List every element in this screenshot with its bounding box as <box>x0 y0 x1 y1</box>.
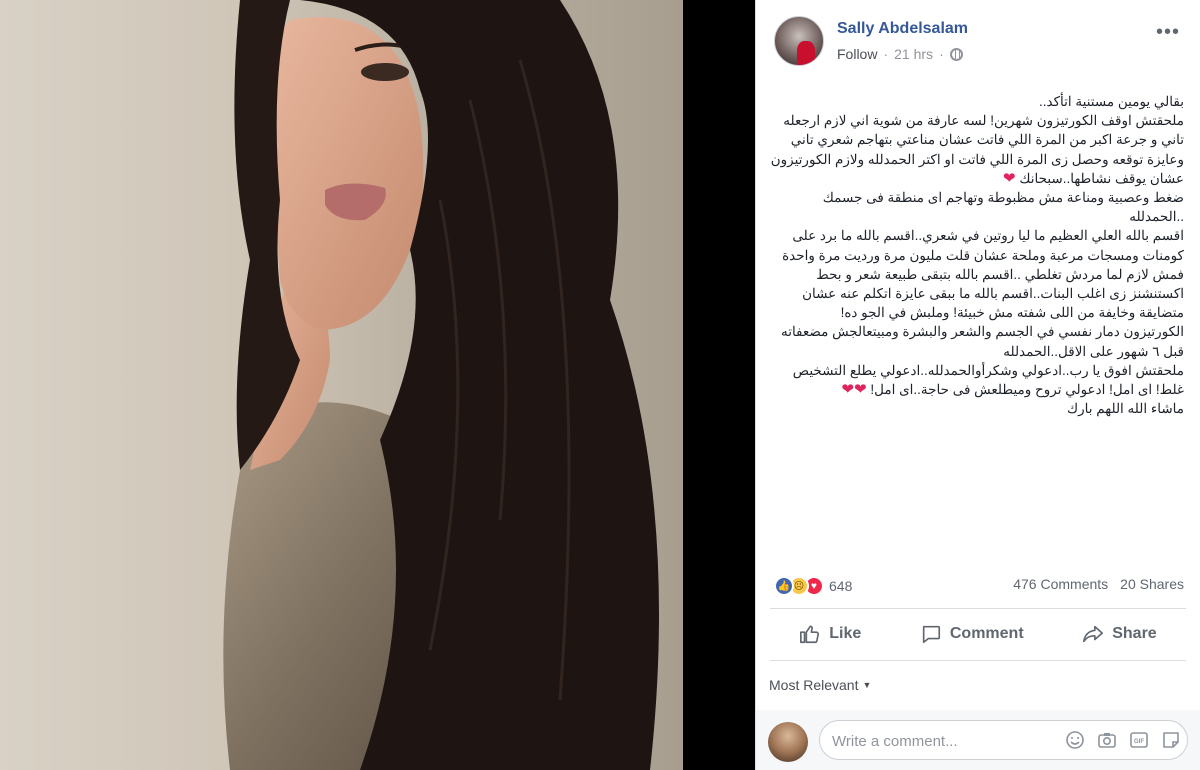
post-paragraph: ملحقتش اوقف الكورتيزون شهرين! لسه عارفة … <box>770 113 1184 187</box>
comment-box: GIF <box>819 720 1188 760</box>
like-button[interactable]: Like <box>799 623 861 645</box>
post-photo[interactable] <box>0 0 683 770</box>
post-paragraph: الكورتيزون دمار نفسي في الجسم والشعر وال… <box>780 324 1184 359</box>
sort-label: Most Relevant <box>769 677 859 693</box>
share-button[interactable]: Share <box>1082 623 1157 645</box>
share-label: Share <box>1112 625 1157 642</box>
divider <box>770 608 1186 609</box>
reactions-summary[interactable]: 👍 ☹ ♥ 648 <box>774 576 852 596</box>
sticker-icon[interactable] <box>1161 730 1181 750</box>
emoji-icon[interactable] <box>1065 730 1085 750</box>
author-name[interactable]: Sally Abdelsalam <box>837 20 968 38</box>
comment-button[interactable]: Comment <box>920 623 1024 645</box>
globe-icon[interactable] <box>949 47 963 61</box>
engagement-counts: 476 Comments 20 Shares <box>1013 576 1184 592</box>
reaction-count: 648 <box>829 578 853 594</box>
svg-text:GIF: GIF <box>1134 739 1144 745</box>
shares-count-link[interactable]: 20 Shares <box>1120 576 1184 592</box>
comments-count-link[interactable]: 476 Comments <box>1013 576 1108 592</box>
comment-tools: GIF <box>1065 730 1181 750</box>
separator-dot: · <box>883 46 889 62</box>
post-time[interactable]: 21 hrs <box>894 46 933 62</box>
post-paragraph: ملحقتش افوق يا رب..ادعولي وشكرأوالحمدلله… <box>792 362 1184 399</box>
post-paragraph: اقسم بالله العلي العظيم ما ليا روتين في … <box>782 228 1184 321</box>
comment-input[interactable] <box>830 727 1064 755</box>
post-paragraph: ضغط وعصبية ومناعة مش مظبوطة وتهاجم اى من… <box>822 190 1184 225</box>
post-panel: Sally Abdelsalam Follow · 21 hrs · ••• ب… <box>755 0 1200 770</box>
separator-dot: · <box>939 46 944 62</box>
more-options-button[interactable]: ••• <box>1156 22 1180 42</box>
like-reaction-icon: 👍 <box>774 576 794 596</box>
like-label: Like <box>829 625 862 642</box>
photo-viewer <box>0 0 755 770</box>
post-stats: 👍 ☹ ♥ 648 476 Comments 20 Shares <box>774 574 1184 598</box>
post-text: بقالي يومين مستنية اتأكد.. ملحقتش اوقف ا… <box>770 92 1184 418</box>
post-paragraph: بقالي يومين مستنية اتأكد.. <box>1039 94 1184 109</box>
caret-down-icon: ▼ <box>862 680 872 690</box>
post-actions: Like Comment Share <box>770 612 1186 656</box>
post-meta: Follow · 21 hrs · <box>837 46 963 62</box>
post-paragraph: ماشاء الله اللهم بارك <box>1067 401 1184 417</box>
share-icon <box>1083 625 1104 643</box>
follow-link[interactable]: Follow <box>837 46 877 62</box>
portrait-illustration <box>223 0 659 770</box>
author-avatar[interactable] <box>774 16 824 66</box>
divider <box>770 660 1186 661</box>
comment-icon <box>922 625 940 644</box>
camera-icon[interactable] <box>1097 730 1117 750</box>
post-header: Sally Abdelsalam Follow · 21 hrs · ••• <box>774 16 1190 66</box>
comment-label: Comment <box>949 625 1024 642</box>
current-user-avatar[interactable] <box>768 722 808 762</box>
heart-emoji-icon: ❤ <box>1003 169 1016 187</box>
thumbs-up-icon <box>800 625 820 644</box>
comment-composer: GIF <box>756 710 1200 770</box>
gif-icon[interactable]: GIF <box>1129 730 1149 750</box>
comment-sort-dropdown[interactable]: Most Relevant ▼ <box>769 677 871 693</box>
heart-emoji-icon: ❤❤ <box>841 381 867 399</box>
